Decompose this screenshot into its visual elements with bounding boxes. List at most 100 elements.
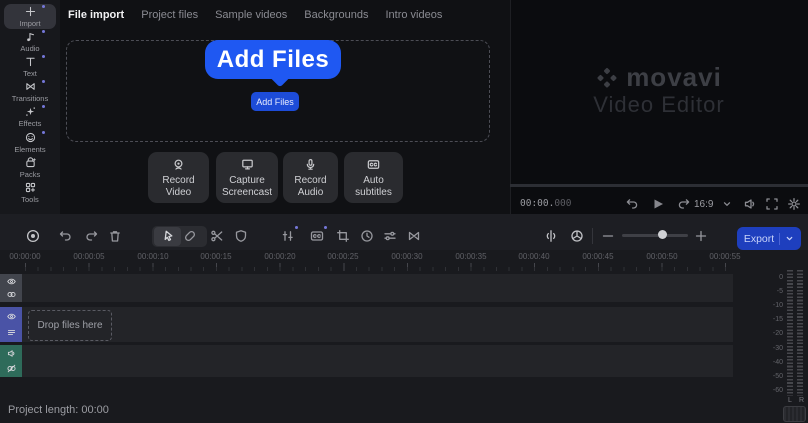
zoom-in-button[interactable] bbox=[693, 228, 709, 244]
delete-button[interactable] bbox=[107, 228, 123, 244]
jump-forward-button[interactable] bbox=[676, 196, 692, 212]
ruler-tick-label: 00:00:40 bbox=[509, 252, 559, 261]
badge-dot bbox=[42, 80, 45, 83]
meter-label: -5 bbox=[765, 288, 783, 295]
project-length-status: Project length: 00:00 bbox=[8, 404, 109, 416]
fullscreen-button[interactable] bbox=[764, 196, 780, 212]
crop-icon bbox=[335, 228, 351, 244]
record-audio-button[interactable]: Record Audio bbox=[283, 152, 338, 203]
transition-wizard-button[interactable] bbox=[406, 228, 422, 244]
badge-dot bbox=[42, 30, 45, 33]
ruler-tick-label: 00:00:05 bbox=[64, 252, 114, 261]
tab-project-files[interactable]: Project files bbox=[141, 9, 198, 21]
protect-button[interactable] bbox=[233, 228, 249, 244]
clip-tool-button[interactable] bbox=[182, 228, 198, 244]
fullscreen-icon bbox=[764, 196, 780, 212]
volume-button[interactable] bbox=[742, 196, 758, 212]
aspect-ratio-select[interactable]: 16:9 bbox=[694, 199, 713, 210]
color-adjust-button[interactable] bbox=[569, 228, 585, 244]
toolbar-divider bbox=[592, 228, 593, 244]
transitions-icon bbox=[406, 228, 422, 244]
zoom-out-button[interactable] bbox=[600, 228, 616, 244]
export-divider bbox=[779, 233, 780, 245]
layers-icon[interactable] bbox=[6, 327, 17, 338]
export-button[interactable]: Export bbox=[737, 227, 801, 250]
auto-subtitles-button[interactable]: Auto subtitles bbox=[344, 152, 403, 203]
redo-icon bbox=[84, 228, 100, 244]
jump-back-button[interactable] bbox=[624, 196, 640, 212]
meter-bar-left bbox=[787, 270, 793, 396]
meter-channel-left: L bbox=[788, 397, 792, 404]
unlink-icon[interactable] bbox=[6, 363, 17, 374]
webcam-icon bbox=[171, 157, 186, 172]
capture-screencast-button[interactable]: Capture Screencast bbox=[216, 152, 278, 203]
ruler-tick-label: 00:00:35 bbox=[446, 252, 496, 261]
ruler-tick-label: 00:00:30 bbox=[382, 252, 432, 261]
brand-name: movavi bbox=[626, 62, 722, 93]
sidebar-item-label: Audio bbox=[20, 44, 39, 53]
sidebar-item-elements[interactable]: Elements bbox=[4, 130, 56, 155]
sidebar-item-import[interactable]: Import bbox=[4, 4, 56, 29]
preview-settings-button[interactable] bbox=[786, 196, 802, 212]
record-video-button[interactable]: Record Video bbox=[148, 152, 209, 203]
monitor-icon bbox=[240, 157, 255, 172]
sidebar-item-label: Import bbox=[19, 19, 40, 28]
overlay-track-lane[interactable] bbox=[22, 274, 733, 302]
badge-dot bbox=[42, 105, 45, 108]
speaker-icon[interactable] bbox=[6, 348, 17, 359]
ruler-tick-label: 00:00:20 bbox=[255, 252, 305, 261]
sidebar-item-tools[interactable]: Tools bbox=[4, 180, 56, 205]
sidebar-item-audio[interactable]: Audio bbox=[4, 29, 56, 54]
tab-backgrounds[interactable]: Backgrounds bbox=[304, 9, 368, 21]
brand-subtitle: Video Editor bbox=[510, 92, 808, 118]
adjustments-button[interactable] bbox=[382, 228, 398, 244]
aspect-ratio-chevron[interactable] bbox=[722, 199, 732, 209]
select-tool-button[interactable] bbox=[160, 228, 176, 244]
tab-intro-videos[interactable]: Intro videos bbox=[385, 9, 442, 21]
volume-icon bbox=[742, 196, 758, 212]
subtitles-tool-button[interactable] bbox=[309, 228, 325, 244]
import-tabs: File import Project files Sample videos … bbox=[68, 9, 442, 21]
sliders-icon bbox=[382, 228, 398, 244]
speed-button[interactable] bbox=[359, 228, 375, 244]
play-button[interactable] bbox=[650, 196, 666, 212]
ruler-tick-label: 00:00:55 bbox=[700, 252, 750, 261]
trash-icon bbox=[107, 228, 123, 244]
tab-sample-videos[interactable]: Sample videos bbox=[215, 9, 287, 21]
sidebar-item-effects[interactable]: Effects bbox=[4, 104, 56, 129]
jump-back-icon bbox=[624, 196, 640, 212]
meter-settings-button[interactable] bbox=[783, 406, 806, 422]
zoom-slider-thumb[interactable] bbox=[658, 230, 667, 239]
video-track-lane[interactable] bbox=[22, 307, 733, 342]
undo-button[interactable] bbox=[57, 228, 73, 244]
ruler-tick-label: 00:00:15 bbox=[191, 252, 241, 261]
sidebar-item-text[interactable]: Text bbox=[4, 54, 56, 79]
redo-button[interactable] bbox=[84, 228, 100, 244]
sidebar-item-transitions[interactable]: Transitions bbox=[4, 79, 56, 104]
timeline-dropzone[interactable]: Drop files here bbox=[28, 310, 112, 341]
preview-seekbar[interactable] bbox=[510, 184, 808, 187]
meter-channel-right: R bbox=[799, 397, 804, 404]
crop-button[interactable] bbox=[335, 228, 351, 244]
card-label: Capture Screencast bbox=[222, 175, 272, 198]
audio-mixer-button[interactable] bbox=[543, 228, 559, 244]
gear-icon bbox=[786, 196, 802, 212]
movavi-video-editor-window: Import Audio Text Transitions Effects El… bbox=[0, 0, 808, 423]
add-files-button[interactable]: Add Files bbox=[251, 92, 299, 111]
meter-label: 0 bbox=[765, 274, 783, 281]
meter-label: -40 bbox=[765, 359, 783, 366]
audio-track-lane[interactable] bbox=[22, 345, 733, 377]
sidebar-item-packs[interactable]: Packs bbox=[4, 155, 56, 180]
sidebar-item-label: Tools bbox=[21, 195, 39, 204]
eye-icon[interactable] bbox=[6, 311, 17, 322]
eye-icon[interactable] bbox=[6, 276, 17, 287]
audio-levels-button[interactable] bbox=[280, 228, 296, 244]
subtitles-icon bbox=[366, 157, 381, 172]
link-icon[interactable] bbox=[6, 289, 17, 300]
split-button[interactable] bbox=[209, 228, 225, 244]
tab-file-import[interactable]: File import bbox=[68, 9, 124, 21]
paperclip-icon bbox=[182, 228, 198, 244]
audio-levels-icon bbox=[280, 228, 296, 244]
record-button[interactable] bbox=[25, 228, 41, 244]
timeline-zoom-slider[interactable] bbox=[622, 234, 688, 237]
